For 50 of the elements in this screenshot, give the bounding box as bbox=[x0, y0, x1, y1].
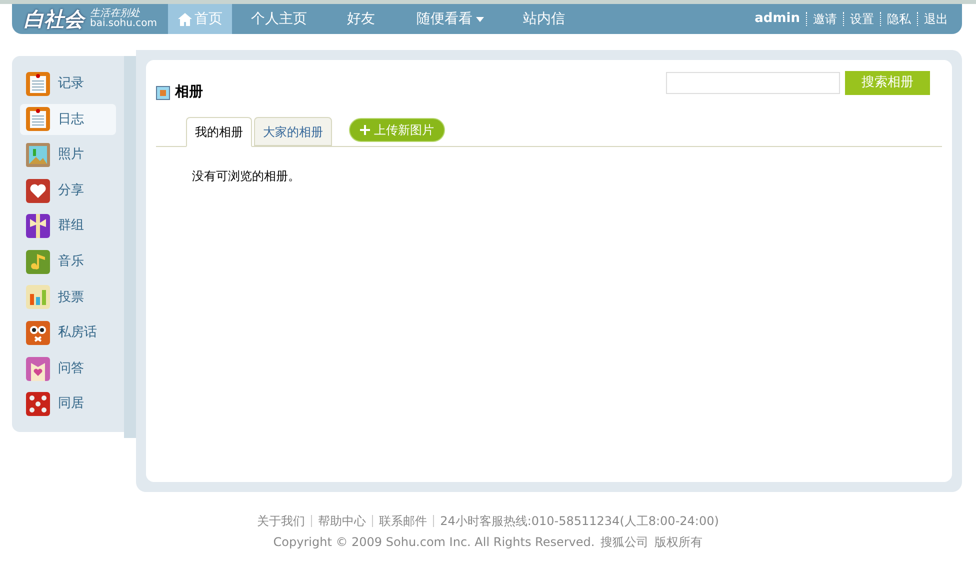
user-link[interactable]: 隐私 bbox=[887, 10, 911, 28]
footer-link[interactable]: 帮助中心 bbox=[318, 512, 366, 530]
photo-icon bbox=[156, 86, 170, 100]
logo-domain: bai.sohu.com bbox=[90, 19, 157, 29]
copyright-text: Copyright © 2009 Sohu.com Inc. All Rights Reserved. bbox=[273, 534, 595, 551]
page-title: 相册 bbox=[175, 83, 203, 102]
nav-tab[interactable]: 首页 bbox=[168, 4, 232, 34]
music-note-icon bbox=[26, 250, 50, 274]
gift-icon bbox=[26, 214, 50, 238]
footer-link[interactable]: 联系邮件 bbox=[379, 512, 428, 530]
dice-icon bbox=[26, 392, 50, 416]
sidebar-item[interactable]: 记录 bbox=[20, 68, 116, 100]
sidebar-item[interactable]: 私房话 bbox=[20, 317, 116, 349]
logo[interactable]: 白社会 bbox=[24, 9, 84, 29]
notepad-icon bbox=[26, 72, 50, 96]
search-field[interactable] bbox=[666, 72, 840, 94]
upload-button[interactable]: 上传新图片 bbox=[349, 118, 445, 142]
rights-text: 版权所有 bbox=[654, 534, 703, 551]
footer-link[interactable]: 关于我们 bbox=[257, 512, 306, 530]
user-link[interactable]: 退出 bbox=[924, 10, 948, 28]
caret-icon bbox=[476, 16, 484, 22]
album-tab[interactable]: 大家的相册 bbox=[254, 117, 332, 146]
sidebar-item[interactable]: 日志 bbox=[20, 104, 116, 136]
album-tab[interactable]: 我的相册 bbox=[186, 117, 252, 147]
sidebar-item[interactable]: 同居 bbox=[20, 388, 116, 420]
picture-frame-icon bbox=[26, 142, 50, 167]
hotline-text: 24小时客服热线:010-58511234(人工8:00-24:00) bbox=[440, 513, 719, 530]
search-button[interactable]: 搜索相册 bbox=[845, 71, 930, 95]
home-icon bbox=[178, 12, 192, 26]
user-link[interactable]: 设置 bbox=[850, 10, 874, 28]
user-name[interactable]: admin bbox=[754, 9, 800, 29]
heart-card-icon bbox=[26, 356, 50, 381]
sidebar-item[interactable]: 音乐 bbox=[20, 246, 116, 278]
nav-tab[interactable]: 站内信 bbox=[504, 4, 584, 34]
nav-tab[interactable]: 个人主页 bbox=[232, 4, 326, 34]
owl-face-icon bbox=[26, 320, 50, 345]
sidebar-item[interactable]: 分享 bbox=[20, 174, 116, 206]
nav-tab[interactable]: 随便看看 bbox=[396, 4, 504, 34]
user-link[interactable]: 邀请 bbox=[813, 10, 837, 28]
sidebar-item[interactable]: 群组 bbox=[20, 210, 116, 242]
sidebar-item[interactable]: 照片 bbox=[20, 139, 116, 171]
bar-chart-icon bbox=[26, 285, 50, 310]
sidebar-item[interactable]: 问答 bbox=[20, 352, 116, 384]
logo-slogan: 生活在别处 bbox=[90, 9, 140, 19]
nav-tab[interactable]: 好友 bbox=[326, 4, 396, 34]
company-name: 搜狐公司 bbox=[600, 534, 649, 551]
sidebar-item[interactable]: 投票 bbox=[20, 282, 116, 314]
notepad-icon bbox=[26, 107, 50, 132]
plus-icon bbox=[360, 125, 370, 135]
empty-message: 没有可浏览的相册。 bbox=[192, 168, 301, 185]
